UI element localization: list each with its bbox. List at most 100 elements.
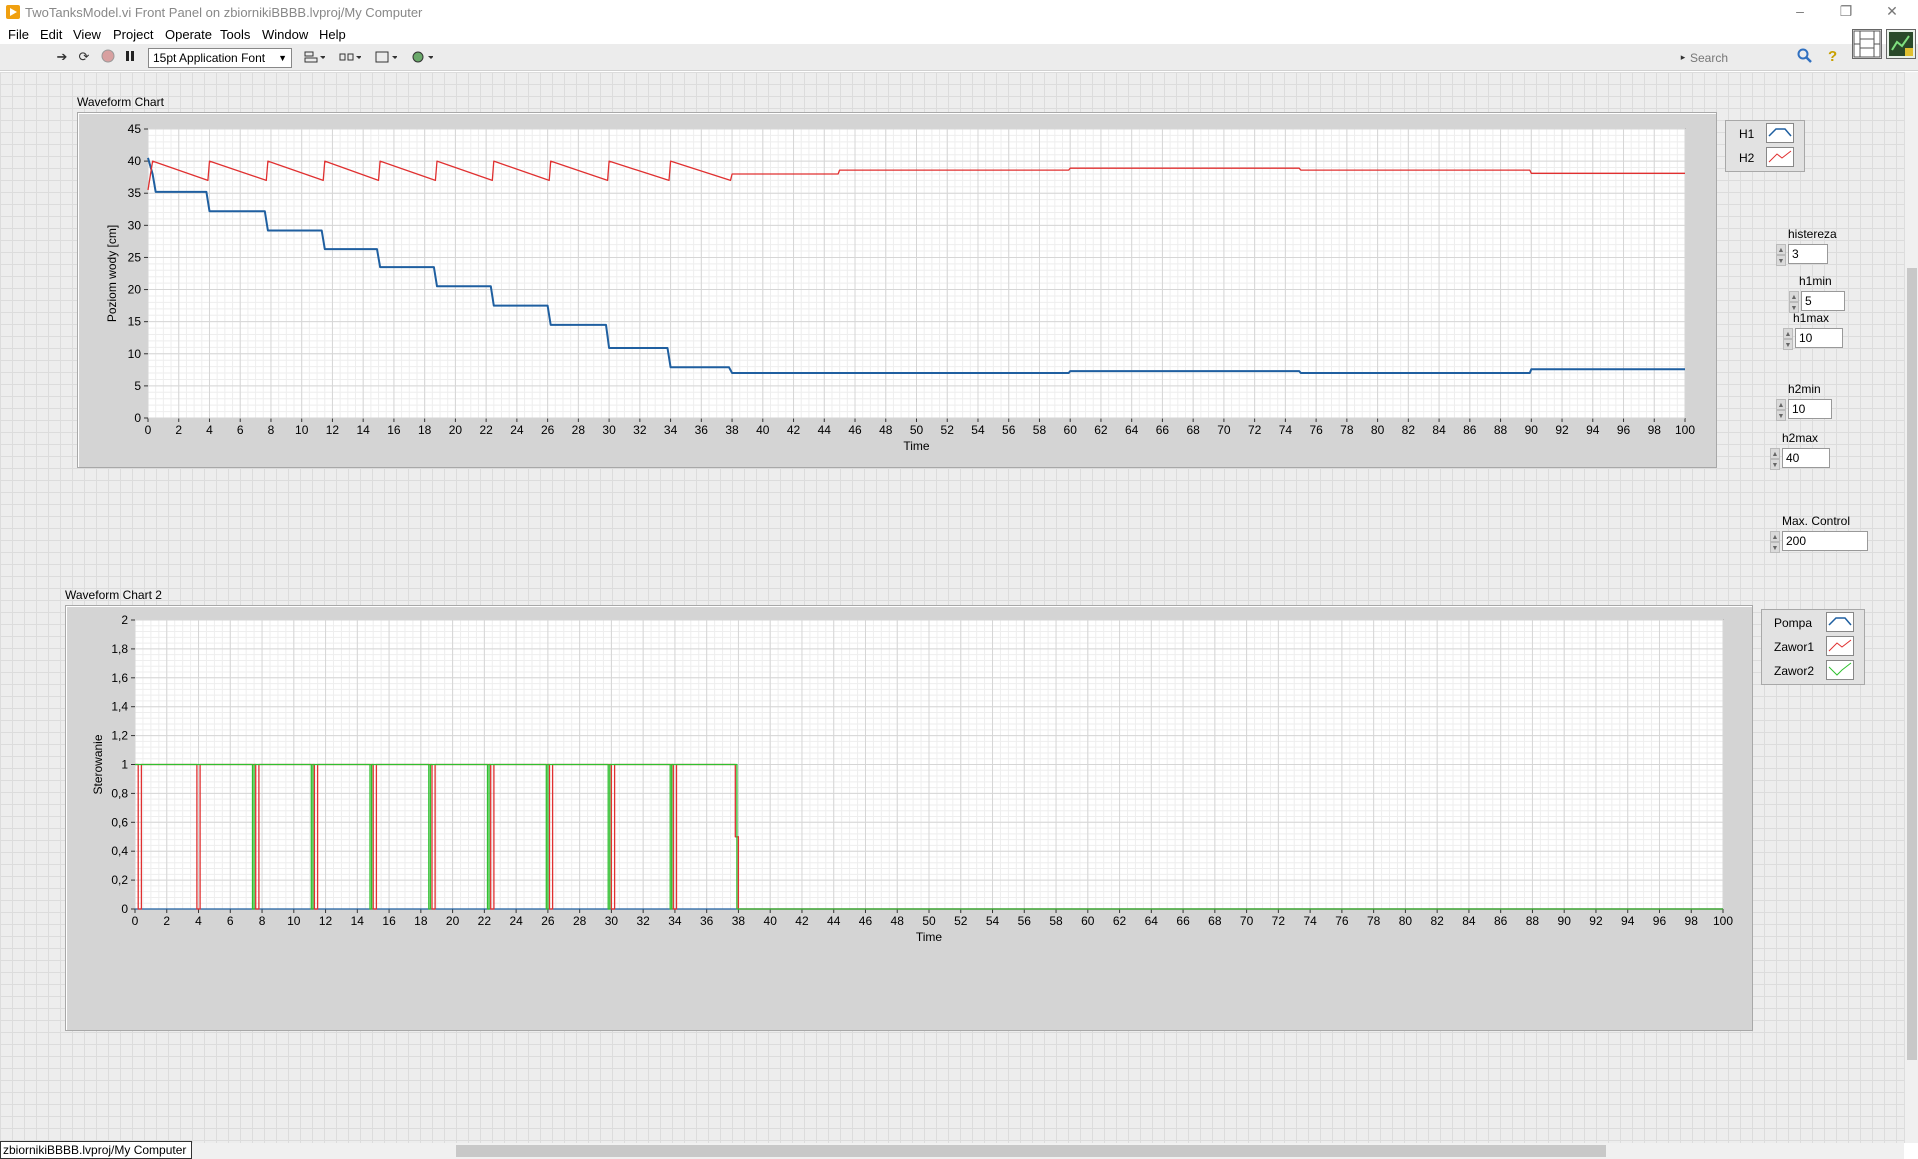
max-control-label: Max. Control bbox=[1782, 514, 1851, 528]
x-tick-label: 64 bbox=[1145, 914, 1159, 928]
run-arrow-icon[interactable]: ➔ bbox=[54, 49, 70, 65]
menu-help[interactable]: Help bbox=[319, 27, 346, 42]
vertical-scrollbar-thumb[interactable] bbox=[1907, 268, 1917, 1060]
y-tick-label: 2 bbox=[121, 613, 128, 627]
waveform-chart-2-plot[interactable]: 0 2 4 6 8 10 12 14 16 18 20 22 24 26 28 30 32 34 36 38 40 42 4… bbox=[66, 606, 1754, 1032]
h2min-input[interactable]: 10 bbox=[1788, 399, 1832, 419]
menu-operate[interactable]: Operate bbox=[165, 27, 212, 42]
menu-view[interactable]: View bbox=[73, 27, 101, 42]
x-tick-label: 98 bbox=[1685, 914, 1699, 928]
line-style-icon[interactable] bbox=[1766, 123, 1794, 143]
font-select[interactable]: 15pt Application Font ▼ bbox=[148, 48, 292, 68]
max-control-spinner[interactable]: ▲ ▼ bbox=[1770, 531, 1780, 553]
x-tick-label: 30 bbox=[605, 914, 619, 928]
reorder-icon[interactable] bbox=[410, 49, 434, 65]
menu-window[interactable]: Window bbox=[262, 27, 308, 42]
vi-icon[interactable] bbox=[1886, 29, 1916, 59]
x-tick-label: 92 bbox=[1555, 423, 1569, 437]
x-tick-label: 48 bbox=[879, 423, 893, 437]
h2min-spinner[interactable]: ▲ ▼ bbox=[1776, 399, 1786, 421]
line-style-icon[interactable] bbox=[1826, 660, 1854, 680]
line-style-icon[interactable] bbox=[1826, 636, 1854, 656]
waveform-chart[interactable]: 0 2 4 6 8 10 12 14 16 18 20 22 24 26 28 30 32 34 36 38 40 42 4… bbox=[77, 112, 1717, 468]
x-tick-label: 22 bbox=[478, 914, 492, 928]
title-bar: TwoTanksModel.vi Front Panel on zbiornik… bbox=[0, 0, 1918, 24]
y-tick-label: 1,6 bbox=[111, 671, 128, 685]
x-tick-label: 50 bbox=[910, 423, 924, 437]
histereza-input[interactable]: 3 bbox=[1788, 244, 1828, 264]
x-tick-label: 82 bbox=[1402, 423, 1416, 437]
histereza-spinner[interactable]: ▲ ▼ bbox=[1776, 244, 1786, 266]
distribute-objects-icon[interactable] bbox=[338, 49, 362, 65]
vertical-scrollbar[interactable] bbox=[1904, 72, 1918, 1143]
x-tick-label: 90 bbox=[1525, 423, 1539, 437]
search-expand-icon[interactable]: ▸ bbox=[1678, 49, 1688, 65]
x-tick-label: 40 bbox=[756, 423, 770, 437]
help-icon[interactable]: ? bbox=[1828, 48, 1842, 66]
h1max-input[interactable]: 10 bbox=[1795, 328, 1843, 348]
legend-item-zawor2[interactable]: Zawor2 bbox=[1762, 660, 1866, 682]
x-axis-label: Time bbox=[903, 439, 930, 453]
connector-pane-icon[interactable] bbox=[1852, 29, 1882, 59]
waveform-chart-legend[interactable]: H1 H2 bbox=[1725, 120, 1805, 172]
h1min-input[interactable]: 5 bbox=[1801, 291, 1845, 311]
h2max-label: h2max bbox=[1782, 431, 1819, 445]
legend-item-pompa[interactable]: Pompa bbox=[1762, 612, 1866, 634]
x-tick-label: 68 bbox=[1208, 914, 1222, 928]
pause-icon[interactable] bbox=[122, 49, 138, 65]
x-tick-label: 52 bbox=[954, 914, 968, 928]
x-tick-label: 50 bbox=[922, 914, 936, 928]
max-control-input[interactable]: 200 bbox=[1782, 531, 1868, 551]
x-tick-label: 66 bbox=[1156, 423, 1170, 437]
waveform-chart-2[interactable]: 0 2 4 6 8 10 12 14 16 18 20 22 24 26 28 30 32 34 36 38 40 42 4… bbox=[65, 605, 1753, 1031]
run-continuously-icon[interactable]: ⟳ bbox=[76, 49, 92, 65]
x-tick-label: 40 bbox=[764, 914, 778, 928]
waveform-chart-2-legend[interactable]: Pompa Zawor1 Zawor2 bbox=[1761, 609, 1865, 685]
resize-objects-icon[interactable] bbox=[374, 49, 398, 65]
legend-item-zawor1[interactable]: Zawor1 bbox=[1762, 636, 1866, 658]
x-tick-label: 62 bbox=[1094, 423, 1108, 437]
y-axis-label: Poziom wody [cm] bbox=[105, 225, 119, 322]
x-tick-label: 34 bbox=[664, 423, 678, 437]
menu-file[interactable]: File bbox=[8, 27, 29, 42]
h2max-input[interactable]: 40 bbox=[1782, 448, 1830, 468]
h1max-spinner[interactable]: ▲ ▼ bbox=[1783, 328, 1793, 350]
x-tick-label: 98 bbox=[1648, 423, 1662, 437]
x-tick-label: 16 bbox=[387, 423, 401, 437]
y-tick-label: 1,4 bbox=[111, 700, 128, 714]
y-axis-label: Sterowanie bbox=[91, 734, 105, 794]
align-objects-icon[interactable] bbox=[302, 49, 326, 65]
chevron-down-icon: ▼ bbox=[278, 53, 287, 63]
legend-item-h2[interactable]: H2 bbox=[1726, 147, 1806, 169]
abort-icon[interactable] bbox=[100, 49, 116, 65]
h1min-spinner[interactable]: ▲ ▼ bbox=[1789, 291, 1799, 313]
menu-edit[interactable]: Edit bbox=[40, 27, 62, 42]
horizontal-scrollbar-thumb[interactable] bbox=[456, 1145, 1606, 1157]
x-tick-label: 74 bbox=[1279, 423, 1293, 437]
h2max-spinner[interactable]: ▲ ▼ bbox=[1770, 448, 1780, 470]
x-tick-label: 72 bbox=[1248, 423, 1262, 437]
line-style-icon[interactable] bbox=[1766, 147, 1794, 167]
legend-item-h1[interactable]: H1 bbox=[1726, 123, 1806, 145]
menu-tools[interactable]: Tools bbox=[220, 27, 250, 42]
horizontal-scrollbar[interactable] bbox=[192, 1143, 1904, 1159]
search-input[interactable]: Search bbox=[1690, 48, 1802, 68]
minimize-button[interactable]: – bbox=[1777, 0, 1823, 24]
x-tick-label: 90 bbox=[1558, 914, 1572, 928]
waveform-chart-plot[interactable]: 0 2 4 6 8 10 12 14 16 18 20 22 24 26 28 30 32 34 36 38 40 42 4… bbox=[78, 113, 1718, 469]
x-tick-label: 14 bbox=[351, 914, 365, 928]
close-button[interactable]: ✕ bbox=[1869, 0, 1915, 24]
x-tick-label: 88 bbox=[1526, 914, 1540, 928]
x-tick-label: 22 bbox=[479, 423, 493, 437]
x-tick-label: 8 bbox=[259, 914, 266, 928]
x-tick-label: 12 bbox=[319, 914, 333, 928]
x-tick-label: 24 bbox=[509, 914, 523, 928]
x-tick-label: 20 bbox=[449, 423, 463, 437]
menu-project[interactable]: Project bbox=[113, 27, 153, 42]
x-tick-label: 38 bbox=[732, 914, 746, 928]
x-tick-label: 96 bbox=[1617, 423, 1631, 437]
line-style-icon[interactable] bbox=[1826, 612, 1854, 632]
histereza-label: histereza bbox=[1788, 227, 1837, 241]
restore-button[interactable]: ❐ bbox=[1823, 0, 1869, 24]
search-icon[interactable] bbox=[1797, 48, 1813, 66]
